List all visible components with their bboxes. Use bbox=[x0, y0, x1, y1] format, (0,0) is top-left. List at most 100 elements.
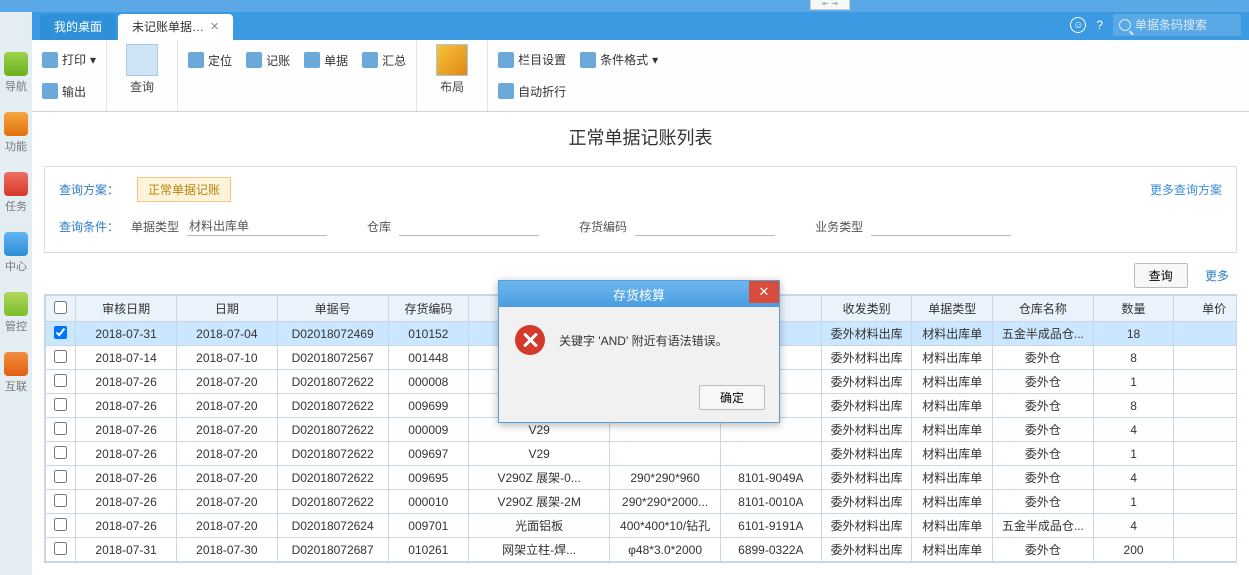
side-center[interactable]: 中心 bbox=[2, 232, 30, 274]
side-control[interactable]: 管控 bbox=[2, 292, 30, 334]
row-checkbox[interactable] bbox=[54, 494, 67, 507]
row-checkbox[interactable] bbox=[54, 422, 67, 435]
cell: D02018072622 bbox=[277, 490, 388, 514]
plan-chip[interactable]: 正常单据记账 bbox=[137, 177, 231, 202]
side-func[interactable]: 功能 bbox=[2, 112, 30, 154]
cond2-label: 仓库 bbox=[367, 218, 391, 235]
tab-unposted-docs[interactable]: 未记账单据… ✕ bbox=[118, 14, 233, 40]
cell: 委外材料出库 bbox=[821, 346, 912, 370]
cell: 2018-07-14 bbox=[76, 346, 177, 370]
cell: 200 bbox=[1093, 538, 1174, 562]
cell: D02018072622 bbox=[277, 466, 388, 490]
side-link[interactable]: 互联 bbox=[2, 352, 30, 394]
table-row[interactable]: 2018-07-262018-07-20D02018072624009701光面… bbox=[46, 514, 1238, 538]
cell: 材料出库单 bbox=[912, 466, 993, 490]
row-checkbox[interactable] bbox=[54, 326, 67, 339]
cell: 五金半成品仓... bbox=[993, 322, 1094, 346]
cell bbox=[720, 442, 821, 466]
col-header[interactable]: 日期 bbox=[176, 296, 277, 322]
locate-button[interactable]: 定位 bbox=[188, 52, 232, 69]
col-header[interactable]: 数量 bbox=[1093, 296, 1174, 322]
table-row[interactable]: 2018-07-312018-07-30D02018072687010261网架… bbox=[46, 538, 1238, 562]
cell: 000010 bbox=[388, 490, 469, 514]
row-checkbox[interactable] bbox=[54, 398, 67, 411]
cond3-label: 存货编码 bbox=[579, 218, 627, 235]
row-checkbox[interactable] bbox=[54, 470, 67, 483]
cell: D02018072687 bbox=[277, 538, 388, 562]
cond1-value[interactable]: 材料出库单 bbox=[187, 216, 327, 236]
query-button-main[interactable]: 查询 bbox=[1134, 263, 1188, 288]
print-button[interactable]: 打印 ▾ bbox=[42, 51, 96, 68]
cell: D02018072567 bbox=[277, 346, 388, 370]
cell: 4 bbox=[1093, 466, 1174, 490]
dialog-ok-button[interactable]: 确定 bbox=[699, 385, 765, 410]
output-button[interactable]: 输出 bbox=[42, 83, 86, 100]
cell: V290Z 展架-0... bbox=[469, 466, 610, 490]
row-checkbox[interactable] bbox=[54, 518, 67, 531]
table-row[interactable]: 2018-07-262018-07-20D02018072622009695V2… bbox=[46, 466, 1238, 490]
cell: 2018-07-20 bbox=[176, 466, 277, 490]
col-header[interactable]: 存货编码 bbox=[388, 296, 469, 322]
cell: 材料出库单 bbox=[912, 490, 993, 514]
cell: 委外材料出库 bbox=[821, 442, 912, 466]
pager-widget[interactable]: ⇤ ⇥ bbox=[810, 0, 850, 10]
table-row[interactable]: 2018-07-262018-07-20D02018072622000010V2… bbox=[46, 490, 1238, 514]
cell: 2018-07-10 bbox=[176, 346, 277, 370]
cell: 材料出库单 bbox=[912, 322, 993, 346]
cell: 1 bbox=[1093, 370, 1174, 394]
cond2-value[interactable] bbox=[399, 216, 539, 236]
cond4-value[interactable] bbox=[871, 216, 1011, 236]
cell: 1 bbox=[1093, 442, 1174, 466]
row-checkbox[interactable] bbox=[54, 350, 67, 363]
condfmt-button[interactable]: 条件格式 ▾ bbox=[580, 51, 658, 68]
post-icon bbox=[246, 52, 262, 68]
col-header[interactable]: 单据类型 bbox=[912, 296, 993, 322]
cell: 010261 bbox=[388, 538, 469, 562]
cell: D02018072622 bbox=[277, 394, 388, 418]
side-task[interactable]: 任务 bbox=[2, 172, 30, 214]
smile-icon[interactable]: ☺ bbox=[1070, 17, 1086, 33]
cell: 委外材料出库 bbox=[821, 490, 912, 514]
row-checkbox[interactable] bbox=[54, 446, 67, 459]
row-checkbox[interactable] bbox=[54, 374, 67, 387]
header-checkbox[interactable] bbox=[54, 301, 67, 314]
cell: 委外仓 bbox=[993, 394, 1094, 418]
col-header[interactable]: 仓库名称 bbox=[993, 296, 1094, 322]
close-tab-icon[interactable]: ✕ bbox=[210, 14, 219, 40]
cell: 290*290*2000... bbox=[610, 490, 721, 514]
col-header[interactable]: 收发类别 bbox=[821, 296, 912, 322]
more-plans-link[interactable]: 更多查询方案 bbox=[1150, 181, 1222, 198]
col-header[interactable]: 单据号 bbox=[277, 296, 388, 322]
post-button[interactable]: 记账 bbox=[246, 52, 290, 69]
layout-button[interactable]: 布局 bbox=[427, 44, 477, 95]
tabs-bar: 我的桌面 未记账单据… ✕ ☺ ? bbox=[0, 12, 1249, 40]
summary-button[interactable]: 汇总 bbox=[362, 52, 406, 69]
cell bbox=[1174, 394, 1237, 418]
cell: V29 bbox=[469, 442, 610, 466]
tab-desktop[interactable]: 我的桌面 bbox=[40, 14, 116, 40]
barcode-search-input[interactable] bbox=[1135, 18, 1235, 32]
dialog-close-button[interactable]: ✕ bbox=[749, 281, 779, 303]
col-header[interactable]: 审核日期 bbox=[76, 296, 177, 322]
doc-button[interactable]: 单据 bbox=[304, 52, 348, 69]
cond3-value[interactable] bbox=[635, 216, 775, 236]
dialog-title: 存货核算 ✕ bbox=[499, 281, 779, 307]
left-sidebar: 导航 功能 任务 中心 管控 互联 bbox=[0, 12, 32, 575]
cell: 8101-0010A bbox=[720, 490, 821, 514]
cell bbox=[1174, 490, 1237, 514]
cell: 2018-07-20 bbox=[176, 418, 277, 442]
summary-icon bbox=[362, 52, 378, 68]
autowrap-button[interactable]: 自动折行 bbox=[498, 83, 566, 100]
more-link[interactable]: 更多 bbox=[1205, 269, 1229, 283]
row-checkbox[interactable] bbox=[54, 542, 67, 555]
query-button[interactable]: 查询 bbox=[117, 44, 167, 95]
help-icon[interactable]: ? bbox=[1096, 18, 1103, 32]
barcode-search[interactable] bbox=[1113, 14, 1241, 36]
side-nav[interactable]: 导航 bbox=[2, 52, 30, 94]
colset-button[interactable]: 栏目设置 bbox=[498, 51, 566, 68]
cell: 290*290*960 bbox=[610, 466, 721, 490]
col-header[interactable]: 单价 bbox=[1174, 296, 1237, 322]
cell: 材料出库单 bbox=[912, 418, 993, 442]
cell bbox=[610, 442, 721, 466]
table-row[interactable]: 2018-07-262018-07-20D02018072622009697V2… bbox=[46, 442, 1238, 466]
